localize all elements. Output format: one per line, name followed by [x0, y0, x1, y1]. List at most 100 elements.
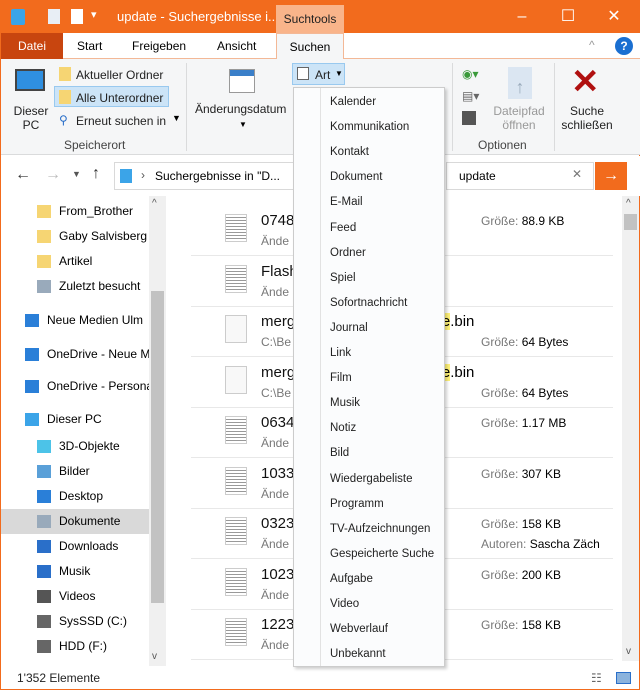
size-property: Größe: 158 KB: [481, 517, 561, 531]
menu-item[interactable]: Film: [321, 366, 445, 391]
menu-item[interactable]: E-Mail: [321, 190, 445, 215]
close-button[interactable]: ✕: [591, 1, 637, 33]
results-scroll-thumb[interactable]: [624, 214, 637, 230]
menu-item[interactable]: Journal: [321, 316, 445, 341]
dieser-pc-button[interactable]: [11, 67, 51, 107]
nav-item-label: 3D-Objekte: [59, 439, 120, 453]
tab-freigeben[interactable]: Freigeben: [118, 33, 200, 59]
recent-searches-icon[interactable]: ◉▾: [462, 67, 479, 81]
nav-item[interactable]: From_Brother: [1, 199, 149, 224]
nav-item-icon: [25, 413, 39, 426]
size-label: Größe:: [481, 466, 519, 481]
nav-item-label: SysSSD (C:): [59, 614, 128, 628]
menu-item[interactable]: Kommunikation: [321, 115, 445, 140]
nav-item[interactable]: Downloads: [1, 534, 149, 559]
menu-item[interactable]: Ordner: [321, 241, 445, 266]
menu-item[interactable]: Programm: [321, 492, 445, 517]
properties-icon[interactable]: [48, 9, 60, 24]
menu-item[interactable]: Aufgabe: [321, 567, 445, 592]
nav-item-icon: [25, 348, 39, 361]
breadcrumb: Suchergebnisse in "D...: [155, 169, 280, 183]
file-name: merg: [261, 313, 296, 330]
scroll-down-icon[interactable]: v: [152, 651, 157, 662]
nav-scroll-thumb[interactable]: [151, 291, 164, 603]
menu-item[interactable]: Feed: [321, 216, 445, 241]
nav-item[interactable]: Gaby Salvisberg: [1, 224, 149, 249]
minimize-button[interactable]: –: [499, 1, 545, 33]
advanced-options-icon[interactable]: ▤▾: [462, 89, 479, 103]
aktueller-ordner-button[interactable]: Aktueller Ordner: [76, 68, 163, 82]
scroll-down-icon[interactable]: v: [626, 646, 631, 657]
nav-item[interactable]: HDD (F:): [1, 634, 149, 659]
nav-item-icon: [37, 590, 51, 603]
breadcrumb-chevron-icon: ›: [141, 168, 145, 182]
maximize-button[interactable]: ☐: [545, 1, 591, 33]
menu-item[interactable]: Notiz: [321, 416, 445, 441]
nav-item[interactable]: SysSSD (C:): [1, 609, 149, 634]
nav-item[interactable]: Bilder: [1, 459, 149, 484]
search-input[interactable]: update ✕: [446, 162, 594, 190]
collapse-ribbon-icon[interactable]: ^: [589, 38, 595, 52]
save-search-icon[interactable]: [462, 111, 476, 125]
chevron-down-icon: ▼: [172, 113, 181, 123]
menu-item[interactable]: Webverlauf: [321, 617, 445, 642]
nav-item[interactable]: OneDrive - Personal: [1, 374, 149, 399]
dateipfad-oeffnen-button[interactable]: Dateipfad öffnen: [489, 104, 549, 132]
forward-button[interactable]: →: [45, 166, 61, 184]
nav-item-label: Musik: [59, 564, 91, 578]
nav-item[interactable]: Zuletzt besucht: [1, 274, 149, 299]
erneut-suchen-button[interactable]: Erneut suchen in: [76, 114, 166, 128]
clear-search-icon[interactable]: ✕: [572, 167, 582, 181]
quick-access-dropdown-icon[interactable]: ▾: [91, 8, 97, 21]
nav-item[interactable]: Musik: [1, 559, 149, 584]
details-view-icon[interactable]: ☷: [591, 671, 602, 685]
menu-item[interactable]: Spiel: [321, 266, 445, 291]
tab-suchen[interactable]: Suchen: [276, 33, 344, 60]
menu-item[interactable]: Dokument: [321, 165, 445, 190]
recent-locations-icon[interactable]: ▼: [72, 169, 81, 179]
nav-item-icon: [37, 490, 51, 503]
search-go-button[interactable]: →: [595, 162, 627, 190]
nav-item[interactable]: Artikel: [1, 249, 149, 274]
back-button[interactable]: ←: [15, 166, 31, 184]
nav-scrollbar[interactable]: ^ v: [149, 196, 166, 666]
suche-schliessen-button[interactable]: Suche schließen: [559, 104, 615, 132]
nav-item[interactable]: Neue Medien Ulm: [1, 308, 149, 333]
menu-item[interactable]: TV-Aufzeichnungen: [321, 517, 445, 542]
search-value: update: [459, 169, 496, 183]
menu-item[interactable]: Kontakt: [321, 140, 445, 165]
tab-start[interactable]: Start: [63, 33, 116, 59]
file-name: 0748: [261, 212, 295, 229]
size-label: Größe:: [481, 567, 519, 582]
tab-datei[interactable]: Datei: [1, 33, 63, 59]
file-name: 1023: [261, 565, 295, 583]
menu-item[interactable]: Kalender: [321, 90, 445, 115]
menu-item[interactable]: Gespeicherte Suche: [321, 542, 445, 567]
new-folder-icon[interactable]: [71, 9, 83, 24]
nav-item[interactable]: Desktop: [1, 484, 149, 509]
help-icon[interactable]: ?: [615, 37, 633, 55]
nav-item[interactable]: Dieser PC: [1, 407, 149, 432]
menu-item[interactable]: Link: [321, 341, 445, 366]
menu-item[interactable]: Bild: [321, 441, 445, 466]
aenderungsdatum-button[interactable]: Änderungsdatum: [195, 102, 286, 116]
menu-item[interactable]: Video: [321, 592, 445, 617]
menu-item[interactable]: Musik: [321, 391, 445, 416]
large-icons-view-icon[interactable]: [616, 672, 631, 684]
scroll-up-icon[interactable]: ^: [152, 198, 157, 209]
results-scrollbar[interactable]: ^ v: [622, 196, 639, 661]
nav-item[interactable]: OneDrive - Neue Medien: [1, 342, 149, 367]
scroll-up-icon[interactable]: ^: [626, 198, 631, 209]
art-button[interactable]: Art ▼: [292, 63, 345, 85]
tab-ansicht[interactable]: Ansicht: [203, 33, 270, 59]
menu-item[interactable]: Unbekannt: [321, 642, 445, 667]
menu-item[interactable]: Sofortnachricht: [321, 291, 445, 316]
nav-item[interactable]: Dokumente: [1, 509, 149, 534]
nav-item[interactable]: 3D-Objekte: [1, 434, 149, 459]
up-button[interactable]: ↑: [92, 165, 100, 183]
size-property: Größe: 200 KB: [481, 568, 561, 582]
nav-item-icon: [37, 515, 51, 528]
menu-item[interactable]: Wiedergabeliste: [321, 467, 445, 492]
item-count: 1'352 Elemente: [17, 671, 101, 685]
nav-item[interactable]: Videos: [1, 584, 149, 609]
